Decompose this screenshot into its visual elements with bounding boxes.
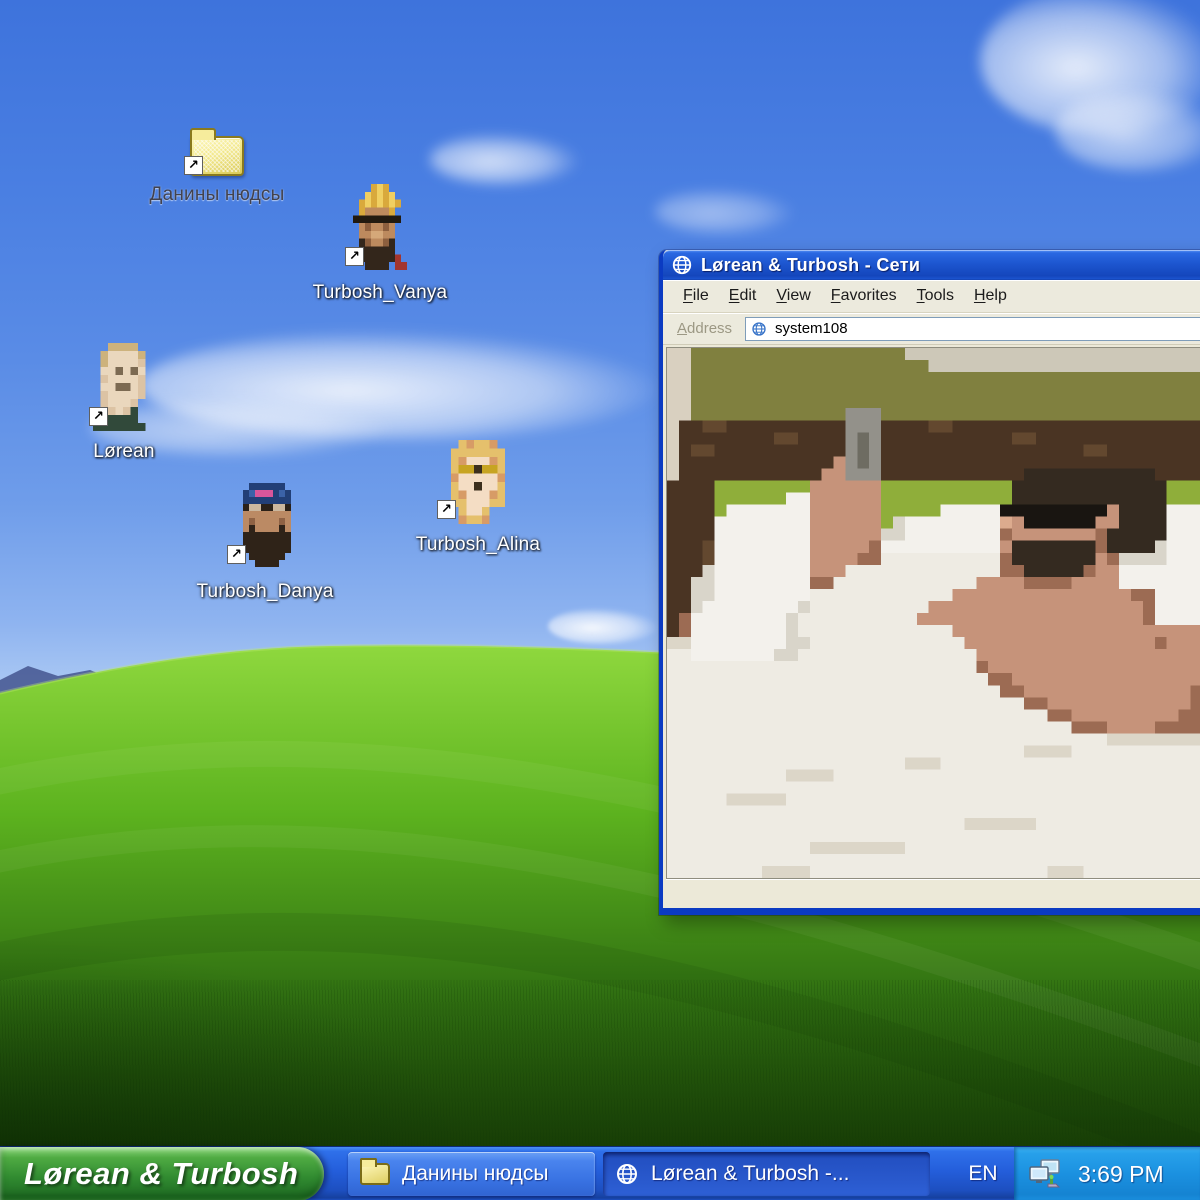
shortcut-arrow-icon: ↗: [184, 156, 203, 175]
desktop-icon-label[interactable]: Turbosh_Vanya: [280, 282, 480, 304]
desktop-icon-alina[interactable]: ↗: [443, 440, 513, 524]
start-button-label: Lørean & Turbosh: [24, 1156, 298, 1192]
shortcut-arrow-icon: ↗: [227, 545, 246, 564]
address-label: Address/* rest filled by JS */: [677, 320, 732, 337]
cloud: [430, 133, 580, 185]
desktop-icon-label[interactable]: Данины нюдсы: [117, 184, 317, 206]
window-titlebar[interactable]: Lørean & Turbosh - Сети: [663, 250, 1200, 280]
globe-icon: [615, 1162, 639, 1186]
desktop-icon-label[interactable]: Turbosh_Alina: [378, 534, 578, 556]
desktop-icon-danya[interactable]: ↗: [237, 483, 297, 567]
taskbar: Lørean & Turbosh Данины нюдсы Lørean & T…: [0, 1146, 1200, 1200]
menu-item-edit[interactable]: Edit: [719, 287, 767, 305]
shortcut-arrow-icon: ↗: [345, 247, 364, 266]
network-tray-icon[interactable]: [1028, 1158, 1064, 1190]
photo-content: [667, 348, 1200, 878]
taskbar-item-folder[interactable]: Данины нюдсы: [348, 1152, 595, 1196]
menu-item-help[interactable]: Help: [964, 287, 1017, 305]
globe-icon: [751, 321, 767, 337]
language-indicator[interactable]: EN: [952, 1147, 1014, 1200]
cloud: [548, 608, 658, 644]
address-bar: Address/* rest filled by JS */: [663, 313, 1200, 345]
desktop: ↗ Данины нюдсы ↗ Turbosh_Vanya ↗ Lørean …: [0, 0, 1200, 1200]
browser-window: Lørean & Turbosh - Сети FileEditViewFavo…: [659, 250, 1200, 915]
address-input[interactable]: [773, 319, 1200, 339]
menu-item-tools[interactable]: Tools: [907, 287, 964, 305]
taskbar-item-browser[interactable]: Lørean & Turbosh -...: [603, 1152, 930, 1196]
system-tray: 3:69 PM: [1014, 1147, 1200, 1200]
menu-bar: FileEditViewFavoritesToolsHelp: [663, 280, 1200, 313]
menu-item-favorites[interactable]: Favorites: [821, 287, 907, 305]
address-label-rest: ddress: [687, 320, 732, 337]
desktop-icon-vanya[interactable]: ↗: [353, 184, 407, 270]
window-status-strip: [663, 879, 1200, 907]
address-input-box: [745, 317, 1200, 341]
desktop-icon-lorean[interactable]: ↗: [93, 343, 153, 431]
desktop-icon-label[interactable]: Turbosh_Danya: [165, 581, 365, 603]
danya-face-icon: [237, 483, 297, 567]
photo-frame: [666, 347, 1200, 879]
clock[interactable]: 3:69 PM: [1078, 1161, 1164, 1188]
taskbar-item-label: Lørean & Turbosh -...: [651, 1162, 849, 1186]
taskbar-item-label: Данины нюдсы: [402, 1162, 549, 1186]
shortcut-arrow-icon: ↗: [437, 500, 456, 519]
menu-item-view[interactable]: View: [766, 287, 820, 305]
start-button[interactable]: Lørean & Turbosh: [0, 1147, 324, 1200]
desktop-icon-label[interactable]: Lørean: [24, 441, 224, 463]
window-title: Lørean & Turbosh - Сети: [701, 255, 920, 276]
globe-icon: [671, 254, 693, 276]
folder-icon: [360, 1163, 390, 1185]
cloud: [655, 188, 795, 234]
menu-item-file[interactable]: File: [673, 287, 719, 305]
shortcut-arrow-icon: ↗: [89, 407, 108, 426]
